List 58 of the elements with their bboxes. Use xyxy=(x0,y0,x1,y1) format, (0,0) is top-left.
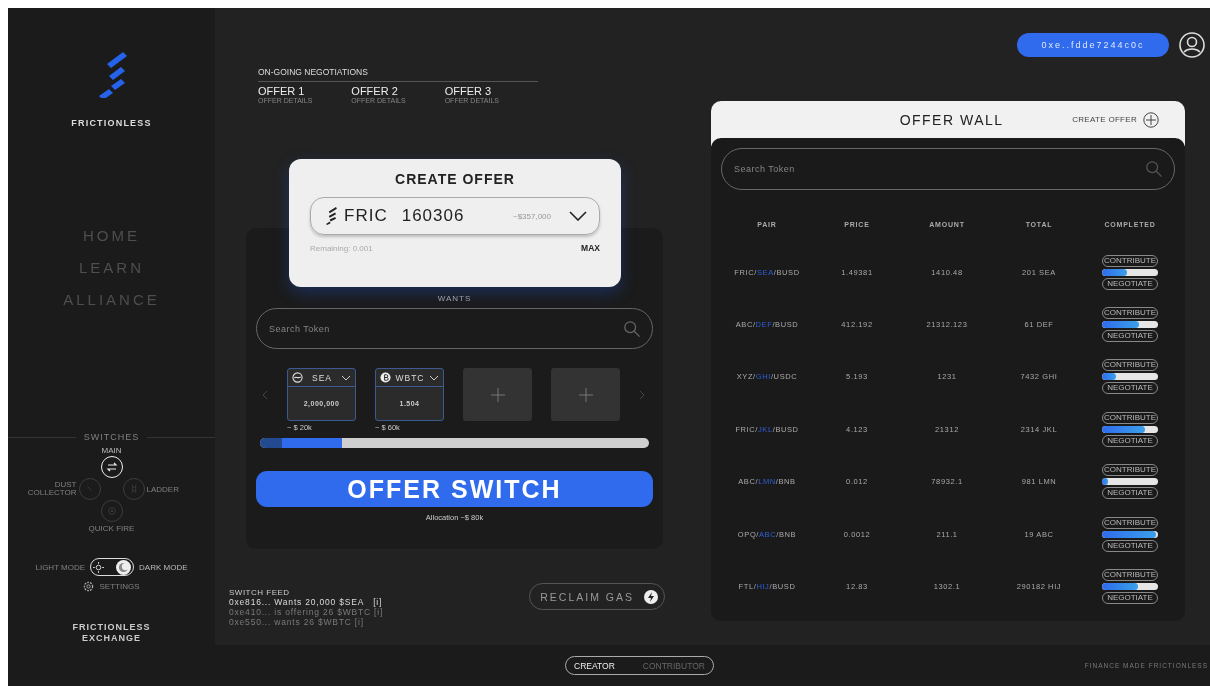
sun-icon xyxy=(93,561,105,573)
brand-name: FRICTIONLESS xyxy=(71,118,152,128)
section-title: ON-GOING NEGOTIATIONS xyxy=(258,67,538,82)
feed-item: 0xe816... Wants 20,000 $SEA [i] xyxy=(229,597,384,607)
progress-bar xyxy=(1102,583,1158,591)
panel-title: OFFER WALL xyxy=(898,111,1005,128)
search-field[interactable]: Search Token xyxy=(256,308,653,349)
settings-icon[interactable] xyxy=(83,581,95,592)
feed-item: 0xe550... wants 26 $WBTC [i] xyxy=(229,617,365,627)
offer-tab[interactable]: OFFER 2 xyxy=(351,85,445,97)
contribute-button[interactable]: CONTRIBUTE xyxy=(1102,516,1158,529)
section-title: WANTS xyxy=(437,294,472,303)
plus-icon xyxy=(578,387,593,402)
settings-link[interactable]: SETTINGS xyxy=(99,582,140,591)
create-offer-link[interactable]: CREATE OFFER xyxy=(1072,115,1137,124)
contribute-button[interactable]: CONTRIBUTE xyxy=(1102,254,1158,267)
section-title: SWITCHES xyxy=(83,432,140,442)
switch-label: DUST COLLECTOR xyxy=(26,481,77,497)
contribute-button[interactable]: CONTRIBUTE xyxy=(1102,411,1158,424)
lightning-icon xyxy=(644,589,658,604)
add-icon[interactable] xyxy=(1143,111,1159,128)
card-title: CREATE OFFER xyxy=(395,171,515,187)
exchange-name: FRICTIONLESS EXCHANGE xyxy=(71,622,152,644)
moon-icon xyxy=(118,561,130,573)
contribute-button[interactable]: CONTRIBUTE xyxy=(1102,569,1158,582)
max-button[interactable]: MAX xyxy=(581,243,600,253)
offer-switch-button[interactable]: OFFER SWITCH xyxy=(256,471,653,507)
feed-item: 0xe410... is offering 26 $WBTC [i] xyxy=(229,607,384,617)
mode-tab[interactable]: CREATOR xyxy=(574,660,615,671)
progress-bar xyxy=(1102,425,1158,433)
progress-bar xyxy=(1102,321,1158,329)
progress-bar xyxy=(1102,530,1158,538)
progress-bar xyxy=(1102,268,1158,276)
remaining-text: Remaining: 0.001 xyxy=(310,243,373,253)
contribute-button[interactable]: CONTRIBUTE xyxy=(1102,307,1158,320)
amount-field[interactable]: FRIC 160306 ~$357,000 xyxy=(310,197,600,235)
theme-label: DARK MODE xyxy=(139,562,188,572)
wallet-address-button[interactable]: 0xe..fdde7244c0c xyxy=(1017,33,1169,57)
theme-label: LIGHT MODE xyxy=(35,562,86,572)
avatar-icon[interactable] xyxy=(1179,32,1205,58)
wave-coin-icon xyxy=(292,372,303,383)
switch-label: MAIN xyxy=(101,445,122,455)
bitcoin-icon xyxy=(380,372,391,383)
feed-title: SWITCH FEED xyxy=(229,588,291,597)
chevron-down-icon[interactable] xyxy=(569,211,587,221)
switch-label: LADDER xyxy=(146,484,179,494)
offer-tab[interactable]: OFFER 3 xyxy=(444,85,538,97)
contribute-button[interactable]: CONTRIBUTE xyxy=(1102,464,1158,477)
progress-bar xyxy=(1102,373,1158,381)
logo-icon xyxy=(325,207,338,225)
search-icon[interactable] xyxy=(1145,160,1163,178)
offer-tab[interactable]: OFFER 1 xyxy=(258,85,352,97)
plus-icon xyxy=(490,387,505,402)
search-icon[interactable] xyxy=(623,319,641,338)
progress-bar xyxy=(1102,478,1158,486)
search-field[interactable]: Search Token xyxy=(721,148,1175,190)
switch-label: QUICK FIRE xyxy=(88,523,135,533)
contribute-button[interactable]: CONTRIBUTE xyxy=(1102,359,1158,372)
